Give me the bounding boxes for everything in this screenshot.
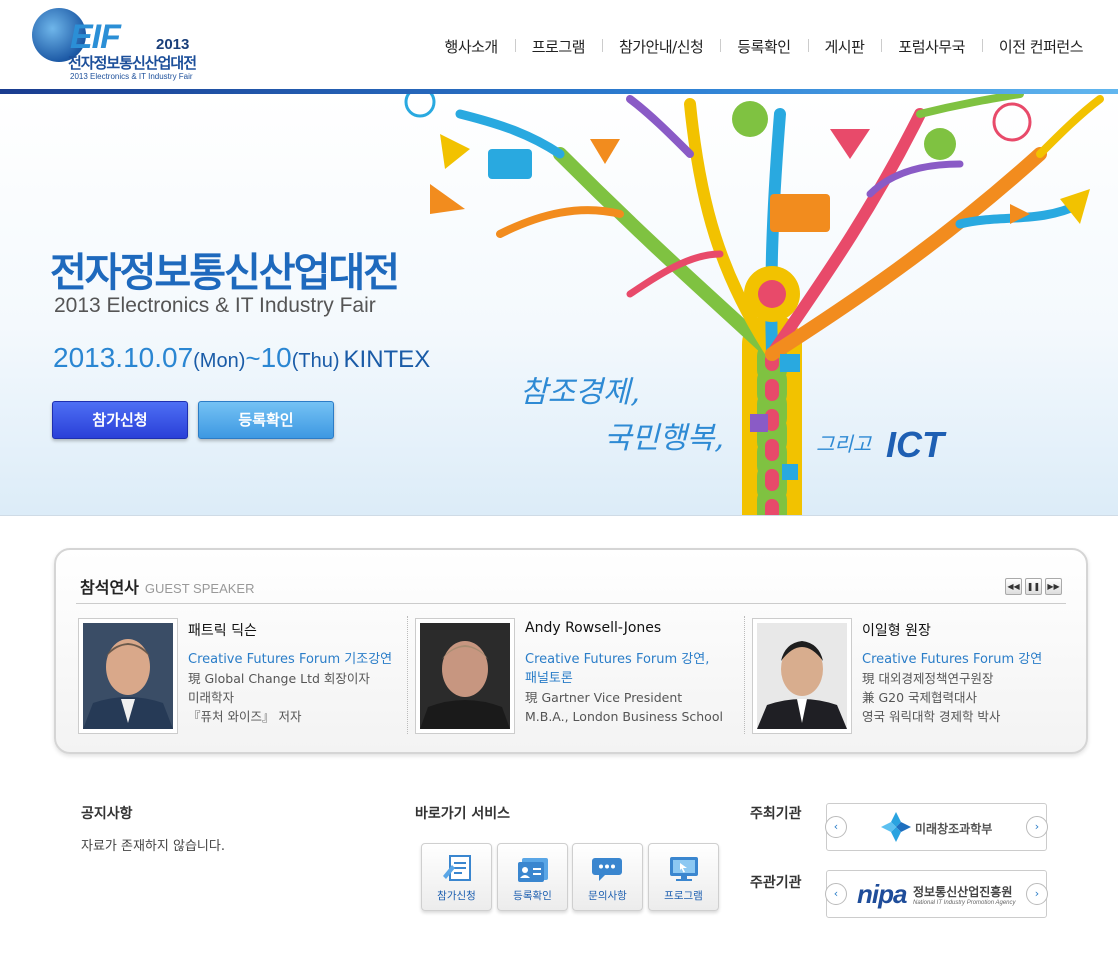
- speaker-desc: 現 Gartner Vice President M.B.A., London …: [525, 688, 723, 726]
- chat-bubble-icon: [591, 858, 622, 881]
- notice-title[interactable]: 공지사항: [81, 803, 133, 823]
- date-tilde: ~: [245, 343, 261, 373]
- day-end: (Thu): [291, 350, 340, 372]
- nav-item-board[interactable]: 게시판: [807, 36, 882, 57]
- slogan-line-1: 참조경제,: [520, 375, 640, 410]
- speaker-card[interactable]: 이일형 원장 Creative Futures Forum 강연 現 대외경제정…: [752, 618, 1074, 736]
- venue: KINTEX: [343, 346, 431, 373]
- slogan-line-2: 국민행복,: [604, 421, 724, 456]
- speaker-desc-line: 兼 G20 국제협력대사: [862, 690, 978, 705]
- nav-item-program[interactable]: 프로그램: [514, 36, 602, 57]
- speaker-desc: 現 Global Change Ltd 회장이자 미래학자 『퓨처 와이즈』 저…: [188, 669, 370, 726]
- nav-item-about[interactable]: 행사소개: [428, 36, 515, 57]
- speaker-desc-line: 現 대외경제정책연구원장: [862, 671, 994, 686]
- speaker-name: Andy Rowsell-Jones: [525, 620, 662, 636]
- monitor-icon: [669, 857, 698, 881]
- host-label: 주최기관: [750, 806, 802, 822]
- nav-item-registration-check[interactable]: 등록확인: [720, 36, 807, 57]
- site-header: EIF 2013 전자정보통신산업대전 2013 Electronics & I…: [0, 0, 1118, 90]
- speaker-desc-line: 미래학자: [188, 690, 235, 705]
- hero-banner: 전자정보통신산업대전 2013 Electronics & IT Industr…: [0, 94, 1118, 516]
- organizer-name: 정보통신산업진흥원: [913, 885, 1013, 899]
- pause-button[interactable]: ❚❚: [1025, 578, 1042, 595]
- logo-year: 2013: [156, 36, 190, 53]
- speaker-role: Creative Futures Forum 기조강연: [188, 650, 392, 669]
- speaker-photo: [415, 618, 515, 734]
- guest-speaker-panel: 참석연사 GUEST SPEAKER ◀◀ ❚❚ ▶▶ 패트릭 딕슨 Creati…: [54, 548, 1088, 754]
- apply-button[interactable]: 참가신청: [52, 401, 188, 439]
- speaker-role-line: Creative Futures Forum 강연,: [525, 652, 710, 667]
- speaker-name: 이일형 원장: [862, 623, 931, 639]
- host-next-arrow-icon[interactable]: ›: [1026, 816, 1048, 838]
- host-name: 미래창조과학부: [915, 822, 993, 836]
- quick-registration-label: 등록확인: [513, 890, 552, 902]
- date-end: 10: [260, 342, 292, 373]
- nav-item-forum-office[interactable]: 포럼사무국: [881, 36, 982, 57]
- slogan-line-4: ICT: [886, 424, 944, 465]
- quick-program-button[interactable]: 프로그램: [648, 843, 719, 911]
- logo-korean: 전자정보통신산업대전: [68, 54, 197, 72]
- speaker-role-line: Creative Futures Forum 기조강연: [188, 652, 393, 667]
- speaker-name: 패트릭 딕슨: [188, 623, 257, 639]
- quick-links-title: 바로가기 서비스: [415, 806, 511, 822]
- ict-tree-illustration: [404, 94, 1104, 515]
- speaker-portrait-icon: [83, 623, 173, 729]
- registration-card-icon: [517, 858, 548, 882]
- speaker-role-line: 패널토론: [525, 671, 573, 686]
- speaker-photo: [752, 618, 852, 734]
- hero-subtitle: 2013 Electronics & IT Industry Fair: [54, 294, 376, 317]
- next-button[interactable]: ▶▶: [1045, 578, 1062, 595]
- organizer-prev-arrow-icon[interactable]: ‹: [825, 883, 847, 905]
- quick-program-label: 프로그램: [664, 890, 703, 902]
- msip-emblem-icon: [881, 812, 911, 842]
- speaker-desc: 現 대외경제정책연구원장 兼 G20 국제협력대사 영국 워릭대학 경제학 박사: [862, 669, 1000, 726]
- prev-button[interactable]: ◀◀: [1005, 578, 1022, 595]
- speaker-divider: [76, 603, 1066, 604]
- nav-item-participation[interactable]: 참가안내/신청: [601, 36, 720, 57]
- speaker-desc-line: M.B.A., London Business School: [525, 709, 723, 724]
- apply-document-icon: [442, 855, 471, 881]
- eif-logo[interactable]: EIF 2013 전자정보통신산업대전 2013 Electronics & I…: [32, 6, 204, 84]
- quick-apply-button[interactable]: 참가신청: [421, 843, 492, 911]
- nipa-logo: nipa: [857, 879, 907, 909]
- host-banner[interactable]: ‹ 미래창조과학부 ›: [825, 803, 1048, 851]
- speaker-desc-line: 現 Global Change Ltd 회장이자: [188, 671, 370, 686]
- host-prev-arrow-icon[interactable]: ‹: [825, 816, 847, 838]
- main-nav: 행사소개 프로그램 참가안내/신청 등록확인 게시판 포럼사무국 이전 컨퍼런스: [428, 36, 1100, 57]
- organizer-name-english: National IT Industry Promotion Agency: [913, 900, 1016, 906]
- logo-english: 2013 Electronics & IT Industry Fair: [70, 72, 193, 81]
- event-date: 2013.10.07(Mon)~10(Thu) KINTEX: [53, 342, 430, 374]
- quick-apply-label: 참가신청: [437, 890, 476, 902]
- speaker-title-korean: 참석연사: [80, 578, 139, 597]
- nav-item-past-conference[interactable]: 이전 컨퍼런스: [981, 36, 1100, 57]
- organizer-next-arrow-icon[interactable]: ›: [1026, 883, 1048, 905]
- speaker-title-english: GUEST SPEAKER: [144, 581, 255, 596]
- speaker-separator: [407, 616, 408, 734]
- speaker-desc-line: 現 Gartner Vice President: [525, 690, 683, 705]
- speaker-desc-line: 영국 워릭대학 경제학 박사: [862, 709, 1001, 724]
- speaker-role: Creative Futures Forum 강연, 패널토론: [525, 650, 709, 688]
- speaker-portrait-icon: [757, 623, 847, 729]
- date-start: 2013.10.07: [53, 342, 194, 373]
- day-start: (Mon): [193, 350, 246, 372]
- speaker-separator: [744, 616, 745, 734]
- hero-title: 전자정보통신산업대전: [50, 250, 400, 296]
- quick-inquiry-button[interactable]: 문의사항: [572, 843, 643, 911]
- slogan-line-3: 그리고: [816, 432, 872, 456]
- speaker-section-title: 참석연사 GUEST SPEAKER: [80, 574, 254, 598]
- organizer-label: 주관기관: [750, 875, 802, 891]
- quick-registration-button[interactable]: 등록확인: [497, 843, 568, 911]
- notice-empty-message: 자료가 존재하지 않습니다.: [81, 839, 225, 854]
- speaker-role: Creative Futures Forum 강연: [862, 650, 1042, 669]
- speaker-photo: [78, 618, 178, 734]
- speaker-card[interactable]: 패트릭 딕슨 Creative Futures Forum 기조강연 現 Glo…: [78, 618, 400, 736]
- registration-check-button[interactable]: 등록확인: [198, 401, 334, 439]
- speaker-card[interactable]: Andy Rowsell-Jones Creative Futures Foru…: [415, 618, 737, 736]
- speaker-role-line: Creative Futures Forum 강연: [862, 652, 1043, 667]
- speaker-portrait-icon: [420, 623, 510, 729]
- speaker-desc-line: 『퓨처 와이즈』 저자: [188, 709, 302, 724]
- quick-inquiry-label: 문의사항: [588, 890, 627, 902]
- speaker-controls: ◀◀ ❚❚ ▶▶: [1005, 578, 1062, 595]
- organizer-banner[interactable]: ‹ nipa 정보통신산업진흥원 National IT Industry Pr…: [825, 870, 1048, 918]
